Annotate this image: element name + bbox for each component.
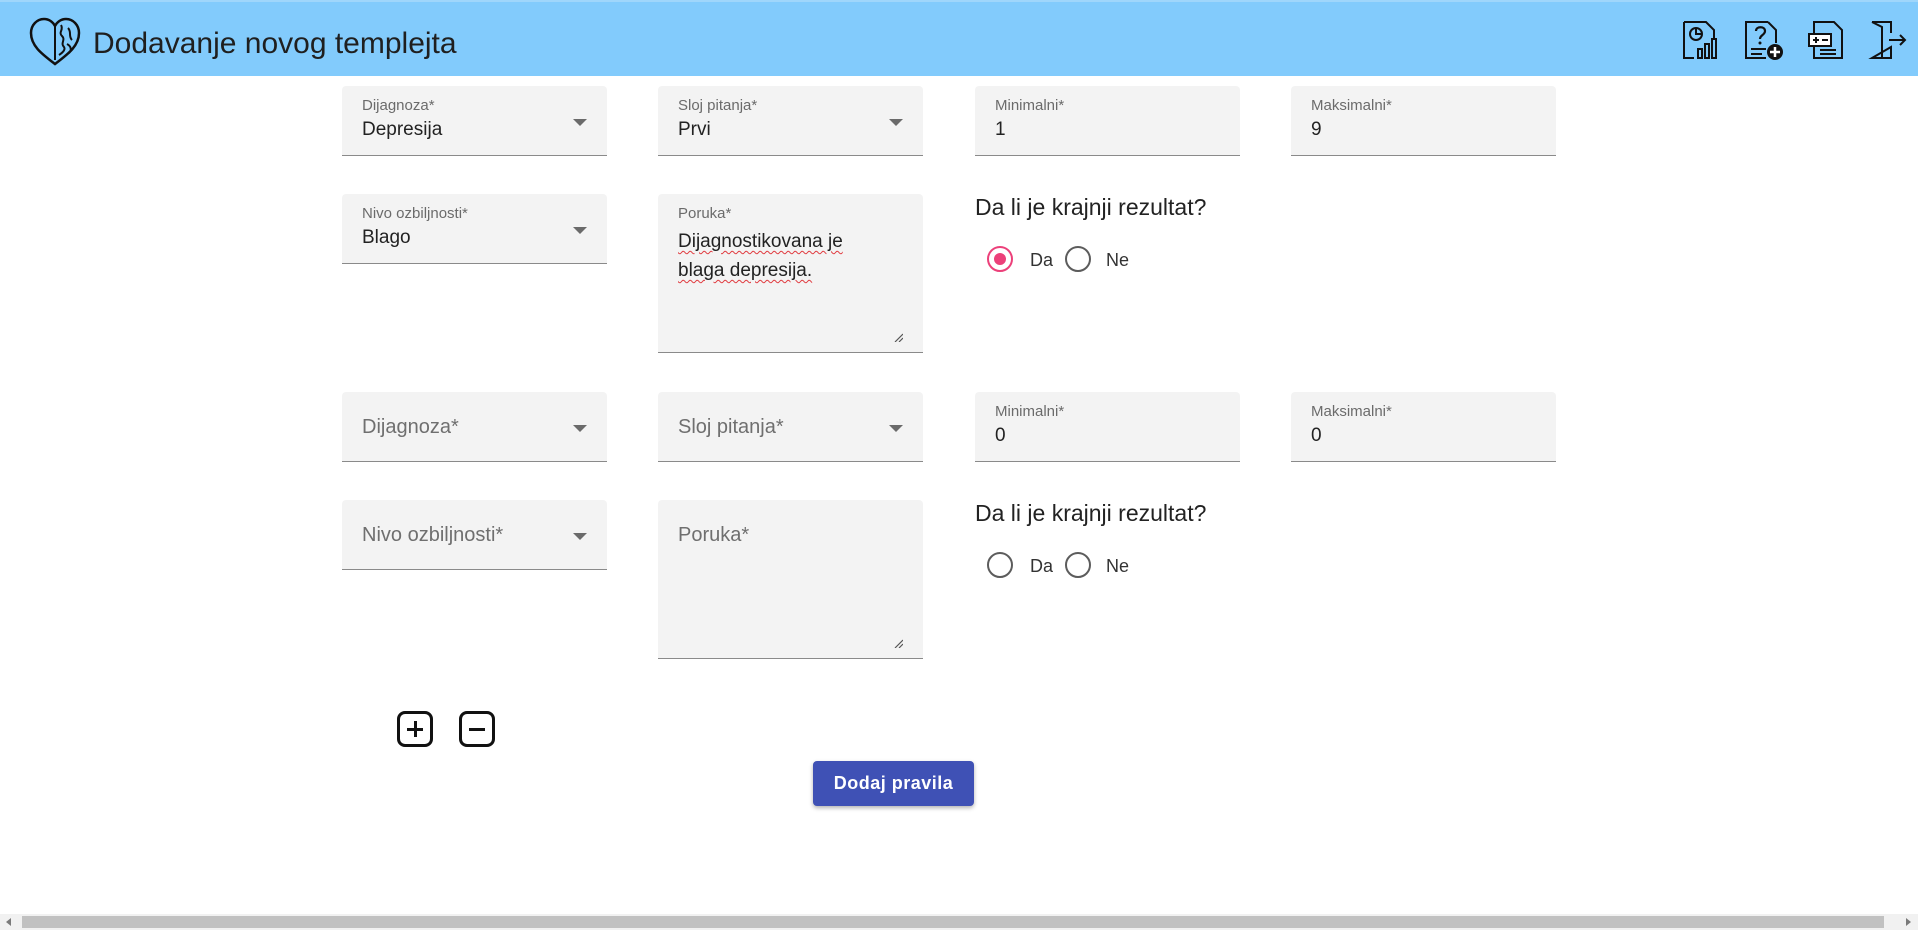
final-yes-label: Da xyxy=(1030,250,1054,270)
question-layer-select-2[interactable]: Sloj pitanja* xyxy=(658,392,923,462)
top-app-bar: Dodavanje novog templejta xyxy=(0,0,1918,76)
severity-select-2[interactable]: Nivo ozbiljnosti* xyxy=(342,500,607,570)
question-layer-value: Prvi xyxy=(678,119,711,140)
message-textarea-1[interactable]: Poruka* Dijagnostikovana je blaga depres… xyxy=(658,194,923,353)
reports-chart-icon[interactable] xyxy=(1680,19,1722,61)
message-line-1: Dijagnostikovana je xyxy=(678,231,843,252)
minimum-label: Minimalni* xyxy=(995,403,1065,420)
final-no-label: Ne xyxy=(1106,556,1130,576)
add-template-icon[interactable] xyxy=(1806,19,1848,61)
minimum-field-1[interactable]: Minimalni* 1 xyxy=(975,86,1240,156)
question-layer-select-1[interactable]: Sloj pitanja* Prvi xyxy=(658,86,923,156)
chevron-down-icon xyxy=(573,425,587,432)
minimum-value: 1 xyxy=(995,119,1006,140)
minus-icon xyxy=(469,728,485,731)
diagnosis-select-1[interactable]: Dijagnoza* Depresija xyxy=(342,86,607,156)
scroll-left-icon[interactable] xyxy=(6,918,11,926)
chevron-down-icon xyxy=(573,119,587,126)
severity-select-1[interactable]: Nivo ozbiljnosti* Blago xyxy=(342,194,607,264)
severity-label: Nivo ozbiljnosti* xyxy=(362,205,468,222)
logout-icon[interactable] xyxy=(1867,19,1909,61)
maximum-field-1[interactable]: Maksimalni* 9 xyxy=(1291,86,1556,156)
page-title: Dodavanje novog templejta xyxy=(93,27,457,60)
message-line-2: blaga depresija. xyxy=(678,260,813,281)
message-textarea-2[interactable]: Poruka* xyxy=(658,500,923,659)
chevron-down-icon xyxy=(573,227,587,234)
chevron-down-icon xyxy=(889,119,903,126)
add-question-icon[interactable] xyxy=(1742,19,1784,61)
scrollbar-thumb[interactable] xyxy=(22,916,1884,928)
minimum-value: 0 xyxy=(995,425,1006,446)
diagnosis-select-2[interactable]: Dijagnoza* xyxy=(342,392,607,462)
remove-rule-button[interactable] xyxy=(459,711,495,747)
message-placeholder: Poruka* xyxy=(678,524,750,546)
final-no-radio-1[interactable] xyxy=(1065,246,1091,272)
question-layer-placeholder: Sloj pitanja* xyxy=(678,416,784,438)
scroll-right-icon[interactable] xyxy=(1906,918,1911,926)
plus-icon-vertical xyxy=(414,721,417,737)
question-layer-label: Sloj pitanja* xyxy=(678,97,758,114)
maximum-value: 0 xyxy=(1311,425,1322,446)
severity-placeholder: Nivo ozbiljnosti* xyxy=(362,524,504,546)
horizontal-scrollbar[interactable] xyxy=(0,914,1918,930)
diagnosis-label: Dijagnoza* xyxy=(362,97,435,114)
severity-value: Blago xyxy=(362,227,411,248)
minimum-field-2[interactable]: Minimalni* 0 xyxy=(975,392,1240,462)
maximum-value: 9 xyxy=(1311,119,1322,140)
final-result-question: Da li je krajnji rezultat? xyxy=(975,500,1207,526)
add-rules-button[interactable]: Dodaj pravila xyxy=(813,761,974,806)
message-label: Poruka* xyxy=(678,205,732,222)
maximum-label: Maksimalni* xyxy=(1311,97,1392,114)
final-no-radio-2[interactable] xyxy=(1065,552,1091,578)
message-value: Dijagnostikovana je blaga depresija. xyxy=(678,227,898,285)
diagnosis-placeholder: Dijagnoza* xyxy=(362,416,459,438)
final-yes-label: Da xyxy=(1030,556,1054,576)
maximum-label: Maksimalni* xyxy=(1311,403,1392,420)
final-yes-radio-2[interactable] xyxy=(987,552,1013,578)
final-yes-radio-1[interactable] xyxy=(987,246,1013,272)
final-result-question: Da li je krajnji rezultat? xyxy=(975,194,1207,220)
final-no-label: Ne xyxy=(1106,250,1130,270)
resize-handle-icon[interactable] xyxy=(893,638,903,648)
diagnosis-value: Depresija xyxy=(362,119,443,140)
minimum-label: Minimalni* xyxy=(995,97,1065,114)
brain-heart-logo-icon xyxy=(29,17,81,66)
add-rule-button[interactable] xyxy=(397,711,433,747)
chevron-down-icon xyxy=(573,533,587,540)
resize-handle-icon[interactable] xyxy=(893,332,903,342)
maximum-field-2[interactable]: Maksimalni* 0 xyxy=(1291,392,1556,462)
chevron-down-icon xyxy=(889,425,903,432)
